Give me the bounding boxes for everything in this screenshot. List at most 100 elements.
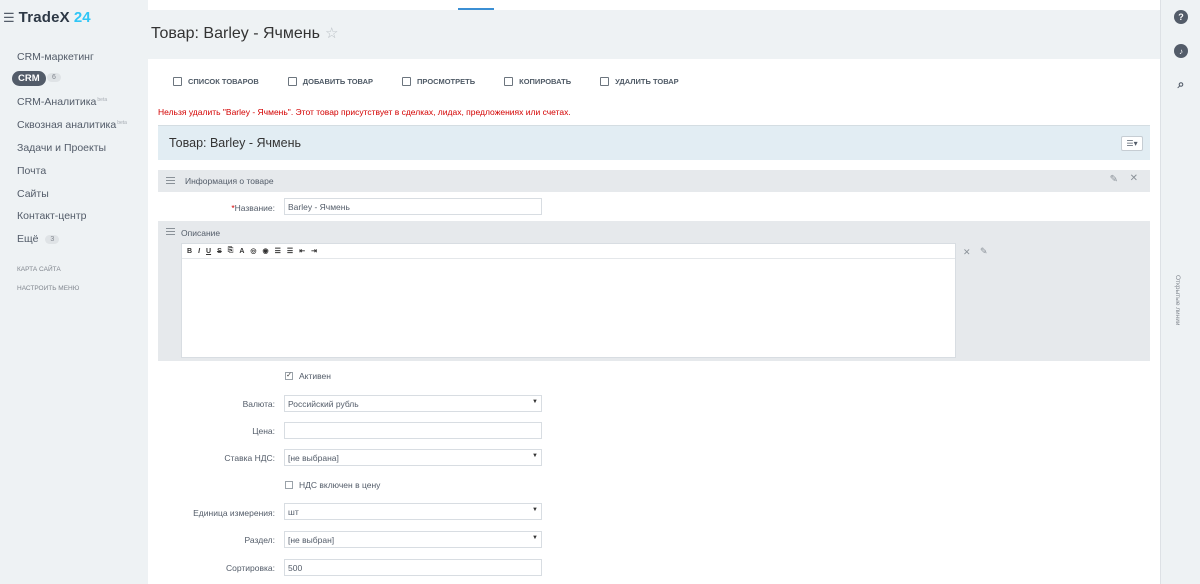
copy-button[interactable]: Копировать	[504, 77, 571, 86]
strikethrough-button[interactable]: S	[217, 248, 222, 255]
error-message: Нельзя удалить "Barley - Ячмень". Этот т…	[158, 107, 571, 117]
star-icon[interactable]: ☆	[325, 25, 338, 42]
form-title: Товар: Barley - Ячмень	[169, 136, 302, 150]
form-header: Товар: Barley - Ячмень ☰▾	[158, 125, 1150, 160]
sidebar-item-tasks[interactable]: Задачи и Проекты	[17, 142, 106, 154]
delete-product-button[interactable]: Удалить товар	[600, 77, 679, 86]
edit-pencil-icon[interactable]: ✎	[980, 246, 988, 257]
unit-value: шт	[288, 507, 299, 517]
beta-tag: beta	[117, 119, 127, 126]
description-label: Описание	[181, 228, 221, 238]
beta-tag: beta	[97, 96, 108, 103]
copy-icon	[504, 77, 514, 86]
toolbar-label: Просмотреть	[417, 77, 476, 86]
sidebar-item-mail[interactable]: Почта	[17, 165, 46, 177]
help-icon[interactable]: ?	[1174, 10, 1188, 24]
sidebar-item-label: Контакт-центр	[17, 210, 87, 222]
drag-handle-icon[interactable]	[166, 177, 175, 184]
hamburger-menu-icon[interactable]: ☰	[3, 11, 15, 24]
add-icon	[287, 77, 297, 86]
close-icon[interactable]: ✕	[963, 247, 971, 258]
sidebar-item-label: CRM-маркетинг	[17, 51, 94, 63]
description-block: Описание B I U S ⎘ A ◎ ◉ ☰ ☰ ⇤ ⇥ ✕ ✎	[158, 221, 1150, 361]
logo-number: 24	[73, 9, 91, 26]
drag-handle-icon[interactable]	[166, 228, 175, 235]
logo-name: TradeX	[18, 9, 70, 26]
chevron-down-icon: ▼	[532, 399, 538, 405]
right-rail: ? ♪ ⌕ Открытые линии	[1160, 0, 1200, 584]
price-field[interactable]	[284, 422, 542, 439]
italic-button[interactable]: I	[198, 248, 200, 255]
sidebar-item-more[interactable]: Ещё 3	[17, 233, 60, 245]
top-bar	[148, 0, 1160, 10]
add-product-button[interactable]: Добавить товар	[287, 77, 374, 86]
toolbar-label: Добавить товар	[302, 77, 374, 86]
currency-select[interactable]: Российский рубль ▼	[284, 395, 542, 412]
active-checkbox[interactable]: ✓	[285, 372, 293, 380]
page-title: Товар: Barley - Ячмень ☆	[151, 24, 338, 43]
description-editor[interactable]: B I U S ⎘ A ◎ ◉ ☰ ☰ ⇤ ⇥	[181, 243, 956, 358]
sort-label: Сортировка:	[225, 563, 275, 573]
section-label: Раздел:	[244, 535, 275, 545]
currency-value: Российский рубль	[288, 399, 359, 409]
sidebar-item-label: Почта	[17, 165, 47, 177]
configure-menu-link[interactable]: Настроить меню	[17, 285, 79, 292]
left-sidebar: ☰ TradeX 24 CRM-маркетинг CRM 6 CRM-Анал…	[0, 0, 148, 584]
product-toolbar: Список товаров Добавить товар Просмотрет…	[173, 77, 708, 86]
image-icon[interactable]: ◉	[263, 247, 269, 255]
name-label-text: Название:	[234, 203, 275, 213]
section-title: Информация о товаре	[185, 176, 274, 186]
sidebar-item-label: CRM	[18, 73, 40, 84]
font-color-icon[interactable]: A	[239, 248, 244, 255]
chevron-down-icon: ▼	[532, 535, 538, 541]
sidebar-item-label: CRM-Аналитика	[17, 96, 97, 108]
editor-toolbar: B I U S ⎘ A ◎ ◉ ☰ ☰ ⇤ ⇥	[182, 244, 955, 259]
toolbar-label: Удалить товар	[615, 77, 679, 86]
sidebar-item-contact-center[interactable]: Контакт-центр	[17, 210, 87, 222]
price-label: Цена:	[252, 426, 275, 436]
vat-rate-value: [не выбрана]	[288, 453, 339, 463]
vat-rate-select[interactable]: [не выбрана] ▼	[284, 449, 542, 466]
bullet-list-icon[interactable]: ☰	[287, 247, 293, 255]
edit-pencil-icon[interactable]: ✎	[1110, 174, 1118, 185]
search-icon[interactable]: ⌕	[1174, 77, 1188, 91]
unit-select[interactable]: шт ▼	[284, 503, 542, 520]
notification-bell-icon[interactable]: ♪	[1174, 44, 1188, 58]
content-panel: Список товаров Добавить товар Просмотрет…	[148, 59, 1160, 584]
vat-included-checkbox[interactable]	[285, 481, 293, 489]
sidebar-item-end-to-end-analytics[interactable]: Сквозная аналитикаbeta	[17, 119, 127, 131]
close-icon[interactable]: ✕	[1130, 173, 1138, 184]
top-active-indicator	[458, 8, 494, 10]
outdent-icon[interactable]: ⇤	[299, 247, 305, 255]
sidebar-item-label: Сайты	[17, 188, 49, 200]
sitemap-link[interactable]: Карта сайта	[17, 266, 61, 273]
bold-button[interactable]: B	[187, 248, 192, 255]
active-label: Активен	[299, 371, 331, 381]
section-header-product-info: Информация о товаре ✎ ✕	[158, 170, 1150, 192]
crm-counter-badge: 6	[47, 73, 61, 82]
sidebar-item-crm-analytics[interactable]: CRM-Аналитикаbeta	[17, 96, 107, 108]
section-value: [не выбран]	[288, 535, 335, 545]
sidebar-item-sites[interactable]: Сайты	[17, 188, 49, 200]
underline-button[interactable]: U	[206, 248, 211, 255]
open-lines-tab[interactable]: Открытые линии	[1174, 275, 1181, 326]
name-field[interactable]	[284, 198, 542, 215]
chevron-down-icon: ▼	[532, 507, 538, 513]
logo[interactable]: ☰ TradeX 24	[3, 9, 91, 26]
sidebar-item-crm-marketing[interactable]: CRM-маркетинг	[17, 51, 94, 63]
sidebar-item-label: Ещё	[17, 233, 39, 245]
sidebar-item-label: Сквозная аналитика	[17, 119, 117, 131]
sort-field[interactable]	[284, 559, 542, 576]
link-icon[interactable]: ◎	[250, 247, 256, 255]
form-settings-menu-button[interactable]: ☰▾	[1121, 136, 1143, 151]
list-icon	[173, 77, 182, 86]
section-select[interactable]: [не выбран] ▼	[284, 531, 542, 548]
sidebar-item-crm[interactable]: CRM	[12, 71, 46, 86]
ordered-list-icon[interactable]: ☰	[275, 247, 281, 255]
remove-format-icon[interactable]: ⎘	[228, 247, 234, 255]
more-counter-badge: 3	[45, 235, 60, 244]
product-list-button[interactable]: Список товаров	[173, 77, 259, 86]
delete-icon	[600, 77, 610, 86]
indent-icon[interactable]: ⇥	[311, 247, 317, 255]
view-button[interactable]: Просмотреть	[402, 77, 475, 86]
